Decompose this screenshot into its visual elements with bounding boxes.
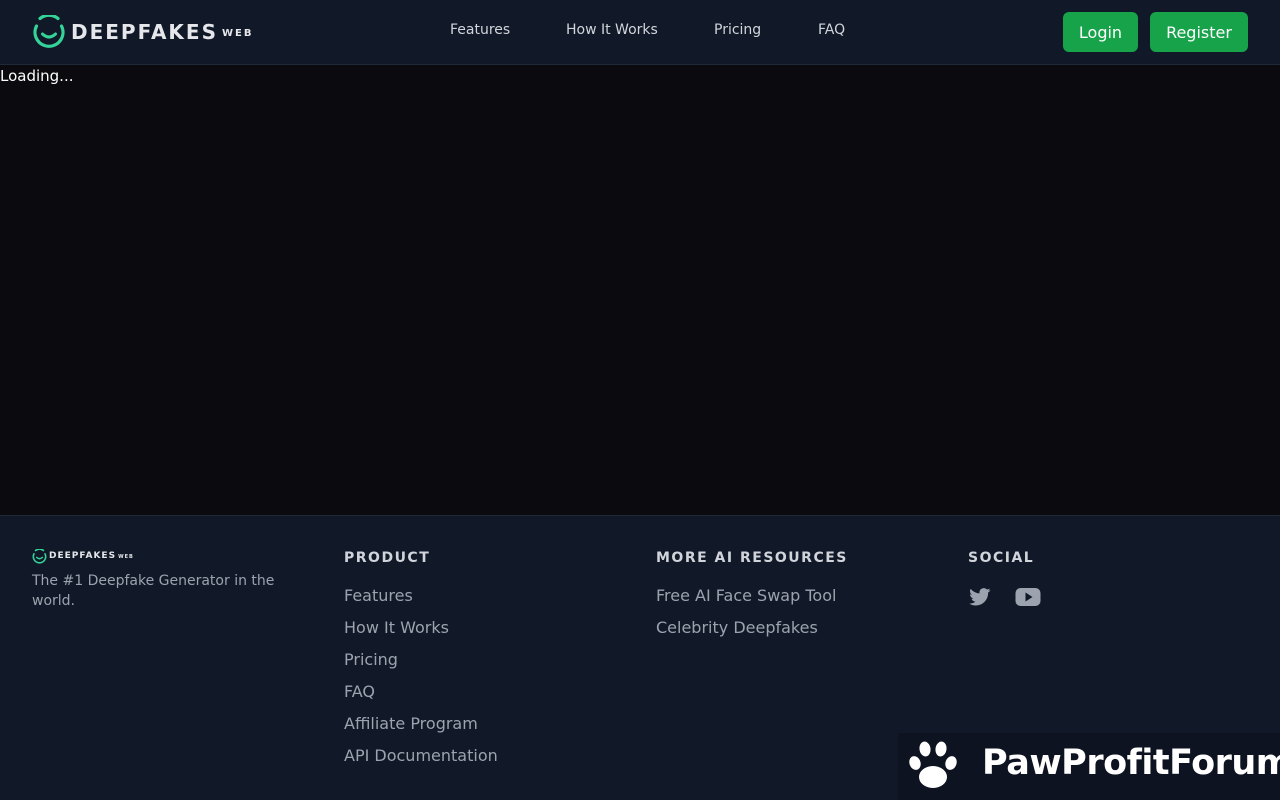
footer-product-title: PRODUCT (344, 550, 431, 566)
brand-suffix: WEB (222, 27, 254, 39)
footer-brand-name: DEEPFAKES (49, 551, 117, 561)
login-button[interactable]: Login (1063, 12, 1138, 52)
loading-text: Loading... (0, 67, 74, 85)
footer-link-pricing[interactable]: Pricing (344, 650, 498, 682)
brand-name: DEEPFAKES (71, 20, 218, 44)
footer-link-how-it-works[interactable]: How It Works (344, 618, 498, 650)
logo-ring-icon (33, 15, 65, 48)
footer-link-faq[interactable]: FAQ (344, 682, 498, 714)
nav-how-it-works[interactable]: How It Works (566, 22, 658, 38)
paw-icon (909, 741, 957, 788)
register-button[interactable]: Register (1150, 12, 1248, 52)
logo-ring-icon (32, 548, 47, 564)
footer-product-links: Features How It Works Pricing FAQ Affili… (344, 586, 498, 778)
footer-tagline: The #1 Deepfake Generator in the world. (32, 573, 275, 609)
nav-faq[interactable]: FAQ (818, 22, 845, 38)
footer-link-celebrity-deepfakes[interactable]: Celebrity Deepfakes (656, 618, 836, 650)
footer-link-face-swap[interactable]: Free AI Face Swap Tool (656, 586, 836, 618)
nav-features[interactable]: Features (450, 22, 510, 38)
watermark: PawProfitForum (898, 733, 1280, 800)
brand-logo[interactable]: DEEPFAKES WEB (32, 15, 253, 49)
twitter-icon[interactable] (969, 586, 991, 608)
footer-brand-suffix: WEB (118, 554, 134, 560)
youtube-icon[interactable] (1015, 586, 1041, 608)
footer-resources-title: MORE AI RESOURCES (656, 550, 848, 566)
footer-link-affiliate-program[interactable]: Affiliate Program (344, 714, 498, 746)
watermark-text: PawProfitForum (982, 743, 1280, 783)
top-navbar: DEEPFAKES WEB Features How It Works Pric… (0, 0, 1280, 65)
footer-resources-links: Free AI Face Swap Tool Celebrity Deepfak… (656, 586, 836, 650)
footer-link-features[interactable]: Features (344, 586, 498, 618)
footer-brand-logo[interactable]: DEEPFAKES WEB (32, 548, 134, 564)
nav-pricing[interactable]: Pricing (714, 22, 761, 38)
footer-link-api-documentation[interactable]: API Documentation (344, 746, 498, 778)
footer-social-title: SOCIAL (968, 550, 1035, 566)
